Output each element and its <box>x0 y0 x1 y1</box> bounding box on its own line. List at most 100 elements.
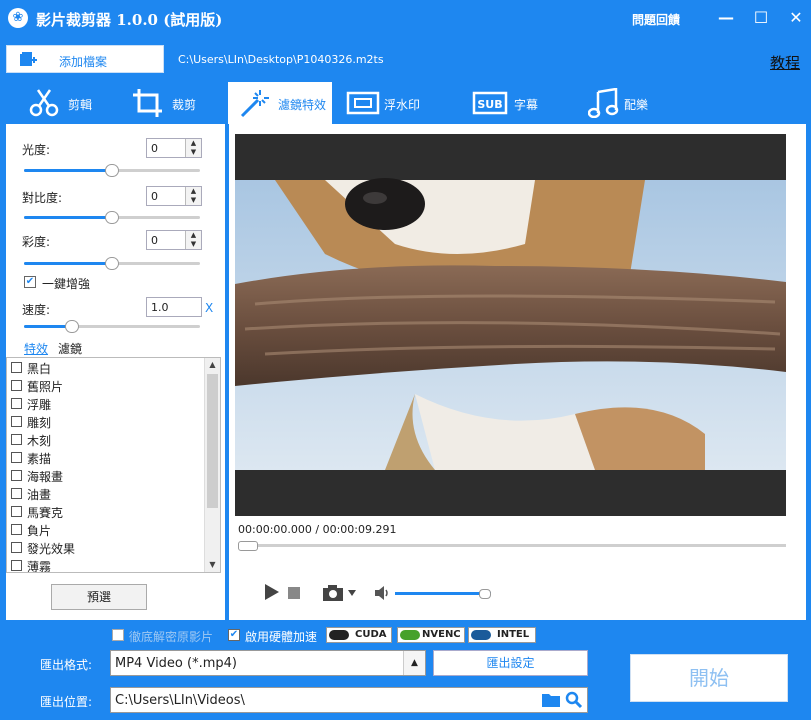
effect-item[interactable]: 黑白 <box>11 359 201 377</box>
tab-effects[interactable]: 特效 <box>24 340 48 357</box>
title-bar: ❀ 影片裁剪器 1.0.0 (試用版) 問題回饋 — ☐ ✕ <box>0 0 811 36</box>
minimize-button[interactable]: — <box>714 6 738 30</box>
play-icon <box>265 584 279 600</box>
effect-item[interactable]: 浮雕 <box>11 395 201 413</box>
format-label: 匯出格式: <box>40 658 93 672</box>
effect-label: 雕刻 <box>27 416 52 430</box>
magic-wand-icon <box>238 88 272 118</box>
effect-label: 油畫 <box>27 488 52 502</box>
slider-thumb[interactable] <box>65 320 79 333</box>
effect-label: 木刻 <box>27 434 52 448</box>
effect-item[interactable]: 發光效果 <box>11 539 201 557</box>
brightness-slider[interactable] <box>24 162 200 178</box>
slider-thumb[interactable] <box>105 211 119 224</box>
effect-item[interactable]: 海報畫 <box>11 467 201 485</box>
scroll-down-icon[interactable]: ▼ <box>205 558 220 572</box>
decrypt-checkbox[interactable] <box>112 629 124 641</box>
video-frame-image <box>235 134 786 516</box>
effect-label: 舊照片 <box>27 380 64 394</box>
snapshot-button[interactable] <box>322 585 358 604</box>
timeline-thumb[interactable] <box>238 541 258 551</box>
stop-icon <box>288 587 300 599</box>
play-button[interactable] <box>264 583 280 604</box>
tab-trim-label: 剪輯 <box>68 98 93 112</box>
dropdown-arrow-icon[interactable]: ▲ <box>403 651 425 675</box>
slider-thumb[interactable] <box>105 164 119 177</box>
folder-icon[interactable] <box>541 692 561 711</box>
effect-item[interactable]: 素描 <box>11 449 201 467</box>
effect-item[interactable]: 馬賽克 <box>11 503 201 521</box>
effect-checkbox[interactable] <box>11 452 22 463</box>
effect-checkbox[interactable] <box>11 488 22 499</box>
effect-checkbox[interactable] <box>11 416 22 427</box>
effect-checkbox[interactable] <box>11 542 22 553</box>
export-settings-button[interactable]: 匯出設定 <box>433 650 588 676</box>
spin-arrows-icon[interactable]: ▲ ▼ <box>185 139 201 157</box>
tab-trim[interactable]: 剪輯 <box>6 82 102 124</box>
volume-thumb[interactable] <box>479 589 491 599</box>
slider-thumb[interactable] <box>105 257 119 270</box>
effect-checkbox[interactable] <box>11 560 22 571</box>
tab-crop[interactable]: 裁剪 <box>118 82 214 124</box>
effects-scrollbar[interactable]: ▲ ▼ <box>204 358 220 572</box>
effect-item[interactable]: 木刻 <box>11 431 201 449</box>
effect-label: 黑白 <box>27 362 52 376</box>
preset-button[interactable]: 預選 <box>51 584 147 610</box>
start-button[interactable]: 開始 <box>630 654 788 702</box>
effect-item[interactable]: 負片 <box>11 521 201 539</box>
stop-button[interactable] <box>288 587 300 602</box>
crop-icon <box>132 88 166 118</box>
effect-label: 浮雕 <box>27 398 52 412</box>
timeline-slider[interactable] <box>238 541 786 551</box>
scroll-up-icon[interactable]: ▲ <box>205 358 220 372</box>
feedback-link[interactable]: 問題回饋 <box>632 11 680 28</box>
close-button[interactable]: ✕ <box>784 6 808 30</box>
saturation-spinbox[interactable]: 0 ▲ ▼ <box>146 230 202 250</box>
saturation-slider[interactable] <box>24 255 200 271</box>
add-file-button[interactable]: 添加檔案 <box>6 45 164 73</box>
spin-arrows-icon[interactable]: ▲ ▼ <box>185 231 201 249</box>
contrast-slider[interactable] <box>24 209 200 225</box>
maximize-button[interactable]: ☐ <box>749 6 773 30</box>
speed-slider[interactable] <box>24 318 200 334</box>
effect-item[interactable]: 雕刻 <box>11 413 201 431</box>
location-label: 匯出位置: <box>40 695 93 709</box>
app-title: 影片裁剪器 1.0.0 (試用版) <box>36 11 223 29</box>
effect-checkbox[interactable] <box>11 506 22 517</box>
effect-checkbox[interactable] <box>11 434 22 445</box>
speed-input[interactable]: 1.0 <box>146 297 202 317</box>
effect-checkbox[interactable] <box>11 398 22 409</box>
tab-watermark[interactable]: 浮水印 <box>344 82 440 124</box>
tab-filter-list[interactable]: 濾鏡 <box>58 340 82 357</box>
effect-item[interactable]: 油畫 <box>11 485 201 503</box>
tab-music[interactable]: 配樂 <box>586 82 682 124</box>
contrast-label: 對比度: <box>22 191 63 205</box>
tutorial-link[interactable]: 教程 <box>770 52 800 73</box>
effect-checkbox[interactable] <box>11 362 22 373</box>
effect-checkbox[interactable] <box>11 470 22 481</box>
tab-filters[interactable]: 濾鏡特效 <box>228 82 332 124</box>
effect-checkbox[interactable] <box>11 524 22 535</box>
volume-icon[interactable] <box>374 586 390 603</box>
enhance-checkbox[interactable]: ✔ <box>24 276 36 288</box>
effect-label: 發光效果 <box>27 542 76 556</box>
effect-label: 負片 <box>27 524 52 538</box>
speed-value: 1.0 <box>151 301 169 314</box>
hw-accel-checkbox[interactable]: ✔ <box>228 629 240 641</box>
effect-checkbox[interactable] <box>11 380 22 391</box>
volume-slider[interactable] <box>395 589 491 599</box>
format-select[interactable]: MP4 Video (*.mp4) ▲ <box>110 650 426 676</box>
effect-item[interactable]: 薄霧 <box>11 557 201 572</box>
app-window: ❀ 影片裁剪器 1.0.0 (試用版) 問題回饋 — ☐ ✕ 添加檔案 C:\U… <box>0 0 811 720</box>
effect-item[interactable]: 舊照片 <box>11 377 201 395</box>
tab-filters-label: 濾鏡特效 <box>278 98 327 112</box>
output-path-field[interactable]: C:\Users\LIn\Videos\ <box>110 687 588 713</box>
contrast-spinbox[interactable]: 0 ▲ ▼ <box>146 186 202 206</box>
tab-subtitle[interactable]: SUB 字幕 <box>472 82 568 124</box>
search-icon[interactable] <box>565 691 583 712</box>
spin-arrows-icon[interactable]: ▲ ▼ <box>185 187 201 205</box>
tab-watermark-label: 浮水印 <box>384 98 421 112</box>
scroll-thumb[interactable] <box>207 374 218 508</box>
brightness-spinbox[interactable]: 0 ▲ ▼ <box>146 138 202 158</box>
add-file-label: 添加檔案 <box>59 55 108 69</box>
